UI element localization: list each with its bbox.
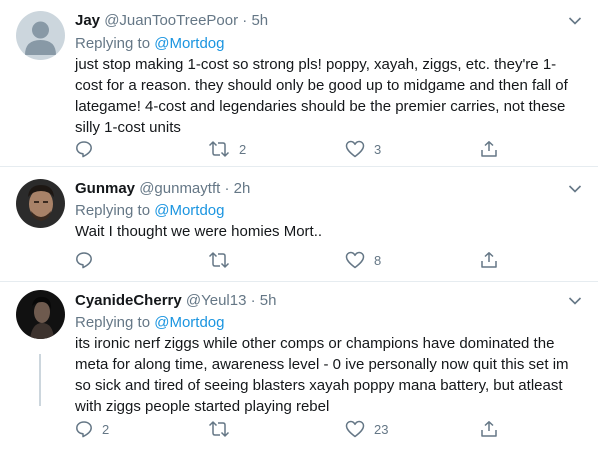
share-icon (481, 141, 497, 157)
mention-link[interactable]: @Mortdog (154, 314, 224, 331)
tweet-header: Jay @JuanTooTreePoor · 5h (75, 12, 268, 29)
share-button[interactable] (480, 249, 498, 271)
like-button[interactable]: 8 (345, 249, 381, 271)
reply-icon (76, 421, 92, 438)
retweet-icon (208, 141, 230, 157)
timestamp[interactable]: · 2h (224, 180, 250, 197)
share-icon (481, 421, 497, 437)
like-count: 3 (374, 141, 382, 157)
like-icon (345, 140, 365, 158)
avatar[interactable] (16, 179, 65, 228)
retweet-button[interactable] (208, 249, 239, 271)
tweet-actions: 2 3 (75, 138, 535, 160)
tweet-text: its ironic nerf ziggs while other comps … (75, 335, 569, 415)
timestamp[interactable]: · 5h (251, 292, 277, 309)
share-icon (481, 252, 497, 268)
reply-button[interactable]: 2 (75, 418, 109, 440)
reply-icon (76, 141, 92, 158)
like-button[interactable]: 23 (345, 418, 388, 440)
share-button[interactable] (480, 418, 498, 440)
chevron-down-icon[interactable] (568, 16, 582, 26)
retweet-icon (208, 252, 230, 268)
like-icon (345, 251, 365, 269)
retweet-button[interactable]: 2 (208, 138, 246, 160)
reply-button[interactable] (75, 249, 102, 271)
chevron-down-icon[interactable] (568, 184, 582, 194)
chevron-down-icon[interactable] (568, 296, 582, 306)
user-handle[interactable]: @JuanTooTreePoor (104, 12, 238, 29)
share-button[interactable] (480, 138, 498, 160)
user-photo-avatar (16, 179, 65, 228)
avatar[interactable] (16, 11, 65, 60)
reply-icon (76, 252, 92, 269)
reply-count: 2 (102, 421, 110, 437)
retweet-icon (208, 421, 230, 437)
replying-to-label: Replying to (75, 202, 151, 219)
replying-to: Replying to @Mortdog (75, 202, 224, 219)
user-handle[interactable]: @Yeul13 (186, 292, 247, 309)
replying-to: Replying to @Mortdog (75, 314, 224, 331)
tweet-actions: 2 23 (75, 418, 535, 440)
default-avatar-icon (16, 11, 65, 60)
tweet[interactable]: Jay @JuanTooTreePoor · 5h Replying to @M… (0, 0, 598, 167)
retweet-count: 2 (239, 141, 247, 157)
display-name[interactable]: Gunmay (75, 180, 135, 197)
like-icon (345, 420, 365, 438)
tweet-actions: 8 (75, 249, 535, 271)
like-count: 8 (374, 252, 382, 268)
retweet-button[interactable] (208, 418, 239, 440)
like-count: 23 (374, 421, 389, 437)
replying-to: Replying to @Mortdog (75, 35, 224, 52)
user-handle[interactable]: @gunmaytft (139, 180, 220, 197)
tweet-text: Wait I thought we were homies Mort.. (75, 223, 323, 240)
tweet[interactable]: Gunmay @gunmaytft · 2h Replying to @Mort… (0, 167, 598, 282)
user-photo-avatar (16, 290, 65, 339)
tweet[interactable]: CyanideCherry @Yeul13 · 5h Replying to @… (0, 282, 598, 449)
tweet-header: Gunmay @gunmaytft · 2h (75, 180, 250, 197)
like-button[interactable]: 3 (345, 138, 381, 160)
thread-line (39, 354, 41, 406)
avatar[interactable] (16, 290, 65, 339)
mention-link[interactable]: @Mortdog (154, 202, 224, 219)
reply-button[interactable] (75, 138, 102, 160)
display-name[interactable]: Jay (75, 12, 100, 29)
tweet-text: just stop making 1-cost so strong pls! p… (75, 56, 568, 136)
replying-to-label: Replying to (75, 314, 151, 331)
replying-to-label: Replying to (75, 35, 151, 52)
display-name[interactable]: CyanideCherry (75, 292, 182, 309)
timestamp[interactable]: · 5h (242, 12, 268, 29)
tweet-header: CyanideCherry @Yeul13 · 5h (75, 292, 276, 309)
mention-link[interactable]: @Mortdog (154, 35, 224, 52)
